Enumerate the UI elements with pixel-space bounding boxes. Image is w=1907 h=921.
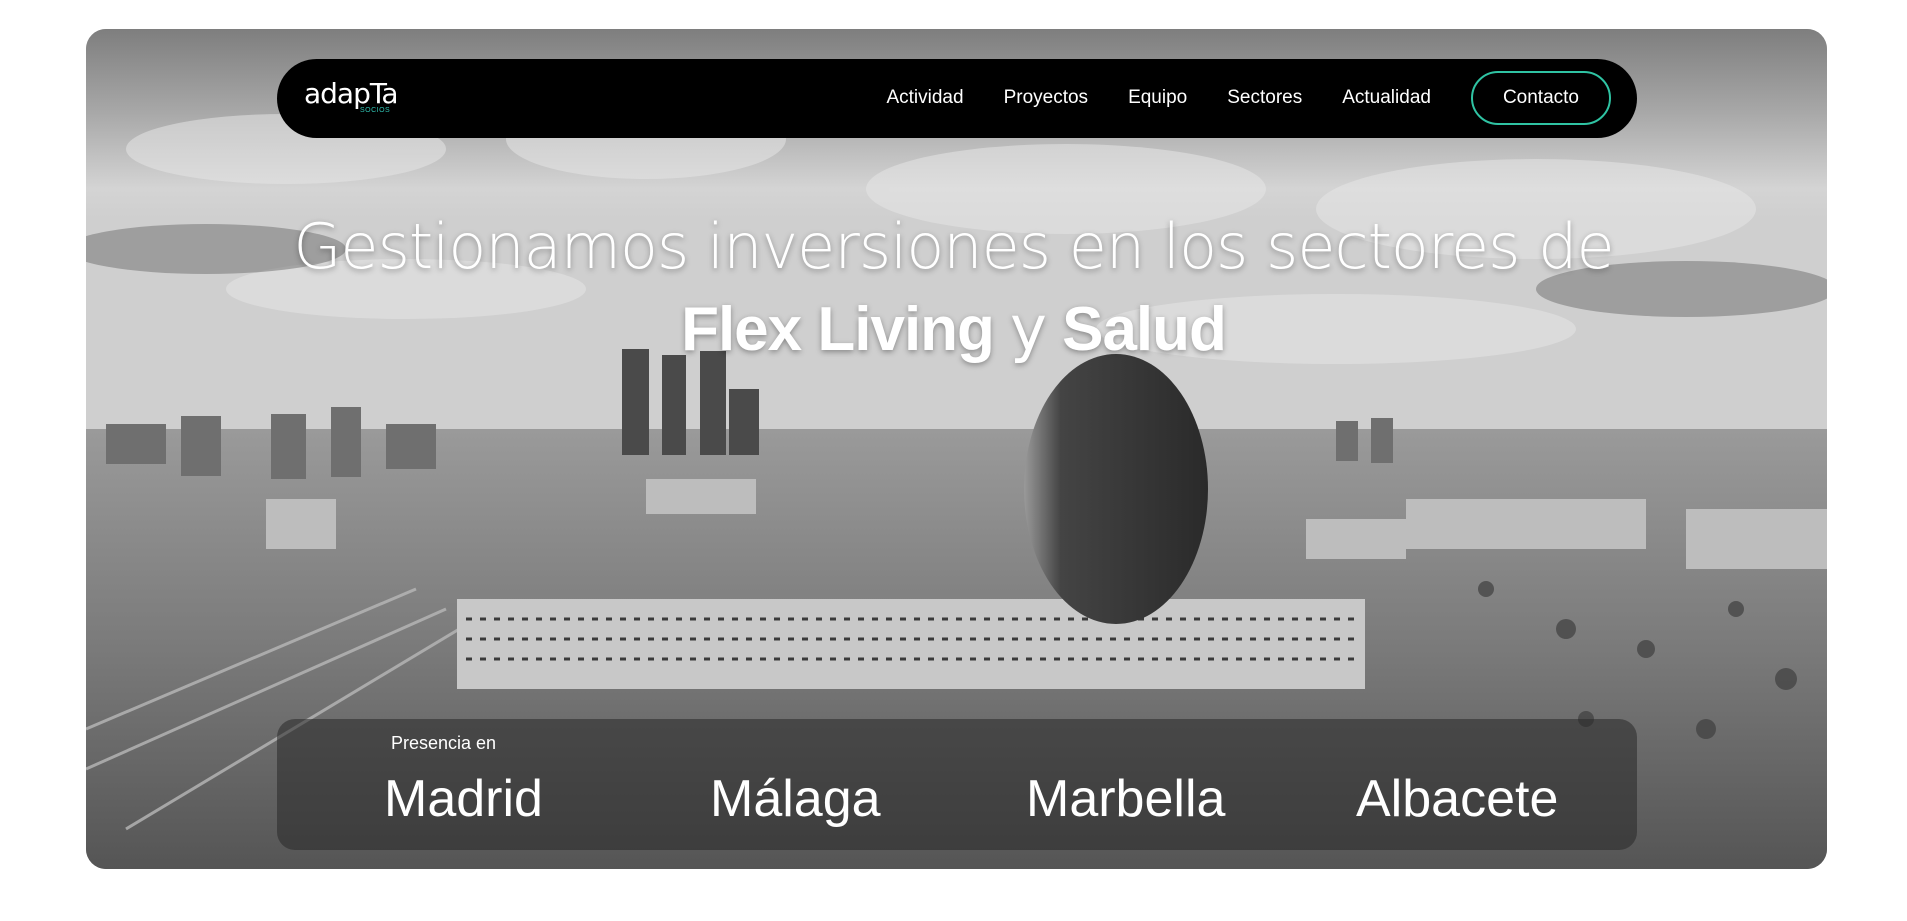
headline-connector: y: [1010, 292, 1047, 365]
city-madrid: Madrid: [384, 770, 543, 828]
city-malaga: Málaga: [710, 770, 881, 828]
logo-wordmark: adapTa: [304, 77, 398, 110]
headline-flex-living: Flex Living: [681, 295, 995, 364]
logo-subtitle: SOCIOS: [360, 107, 391, 114]
brand-logo[interactable]: adapTa SOCIOS: [304, 79, 398, 119]
city-marbella: Marbella: [1026, 770, 1226, 828]
city-albacete: Albacete: [1356, 770, 1559, 828]
nav-link-equipo[interactable]: Equipo: [1128, 87, 1187, 109]
nav-links: Actividad Proyectos Equipo Sectores Actu…: [846, 71, 1611, 125]
presence-panel: Presencia en Madrid Málaga Marbella Alba…: [277, 719, 1637, 850]
headline-salud: Salud: [1062, 295, 1227, 364]
hero-headline-line1: Gestionamos inversiones en los sectores …: [293, 210, 1614, 283]
nav-link-proyectos[interactable]: Proyectos: [1004, 87, 1088, 109]
presence-label: Presencia en: [391, 733, 497, 753]
nav-link-actividad[interactable]: Actividad: [886, 87, 963, 109]
nav-link-actualidad[interactable]: Actualidad: [1342, 87, 1431, 109]
nav-link-sectores[interactable]: Sectores: [1227, 87, 1302, 109]
top-navbar: adapTa SOCIOS Actividad Proyectos Equipo…: [277, 59, 1637, 138]
hero-headline-line2: Flex Living y Salud: [0, 292, 1907, 365]
contact-button[interactable]: Contacto: [1470, 71, 1611, 125]
